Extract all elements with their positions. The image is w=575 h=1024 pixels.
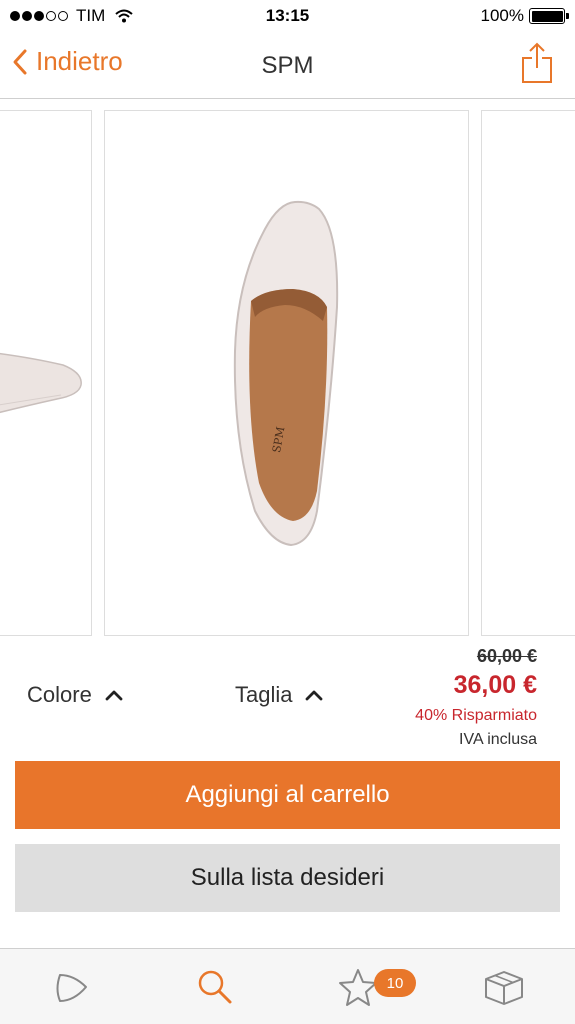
original-price: 60,00 € [476,646,537,666]
color-selector[interactable]: Colore [27,682,124,708]
tab-search[interactable] [175,949,255,1024]
sale-price: 36,00 € [453,671,537,699]
size-label: Taglia [235,682,293,707]
product-image-carousel[interactable]: SPM [0,110,575,636]
star-icon [339,969,377,1006]
tab-bar: 10 [0,948,575,1024]
status-right: 100% [480,6,569,26]
add-to-cart-button[interactable]: Aggiungi al carrello [15,761,560,829]
vat-label: IVA inclusa [459,731,537,748]
wishlist-count-badge: 10 [374,969,416,997]
tab-wishlist[interactable]: 10 [318,949,416,1024]
product-options-row: Colore Taglia 60,00 € 36,00 € 40% Rispar… [0,640,575,750]
page-title: SPM [261,52,314,79]
tab-cart[interactable] [464,949,544,1024]
carousel-slide-current[interactable]: SPM [104,110,469,636]
battery-percent: 100% [480,6,524,25]
add-to-wishlist-button[interactable]: Sulla lista desideri [15,844,560,912]
carousel-slide-next[interactable] [481,110,575,636]
tab-home[interactable] [32,949,112,1024]
price-block: 60,00 € 36,00 € 40% Risparmiato IVA incl… [415,646,537,749]
carousel-slide-previous[interactable] [0,110,92,636]
share-button[interactable] [521,42,553,89]
color-label: Colore [27,682,92,707]
chevron-up-icon [105,690,123,701]
nav-bar: Indietro SPM [0,32,575,99]
battery-fill [531,10,563,22]
box-icon [485,971,523,1005]
discount-label: 40% Risparmiato [415,707,537,724]
battery-icon [529,8,569,24]
shoe-product-image: SPM [233,200,339,547]
search-icon [198,970,232,1004]
share-icon [522,42,552,83]
size-selector[interactable]: Taglia [235,682,324,708]
chevron-up-icon [306,690,323,701]
shoe-side-image [0,352,82,414]
home-icon [56,974,87,1002]
status-bar: TIM 13:15 100% [0,0,575,32]
